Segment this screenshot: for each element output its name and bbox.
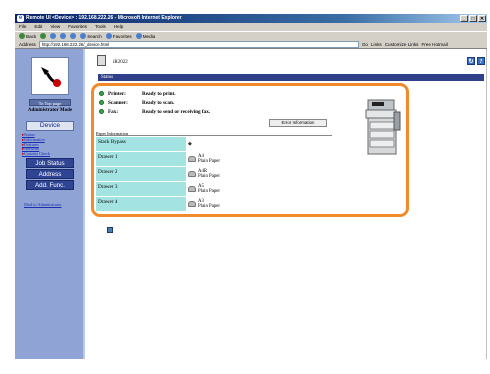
paper-tray-icon [188, 201, 196, 207]
browser-window: e Remote UI <Device> : 192.168.222.26 - … [0, 0, 490, 374]
device-icon [97, 55, 106, 66]
table-row: Drawer 1 A4 Plain Paper [96, 152, 332, 167]
table-row: Drawer 4 A3 Plain Paper [96, 197, 332, 212]
remote-ui-logo[interactable] [31, 57, 69, 95]
menu-tools[interactable]: Tools [95, 23, 106, 31]
refresh-page-icon[interactable]: ↻ [467, 57, 475, 65]
media-icon [135, 33, 142, 39]
back-arrow-icon [19, 33, 25, 39]
status-row-scanner: Scanner: Ready to scan. [99, 99, 174, 106]
favorites-button[interactable]: Favorites [105, 33, 132, 39]
maximize-button[interactable]: □ [469, 15, 477, 22]
search-button[interactable]: Search [80, 33, 102, 39]
paper-tray-icon [188, 186, 196, 192]
sidebar-item-counter-check[interactable]: Counter Check [22, 151, 82, 157]
menu-favorites[interactable]: Favorites [68, 23, 87, 31]
status-ok-icon [99, 100, 104, 105]
window-title: Remote UI <Device> : 192.168.222.26 - Mi… [26, 15, 182, 21]
bypass-arrow-icon: ◆ [188, 141, 192, 147]
menu-help[interactable]: Help [114, 23, 123, 31]
menu-view[interactable]: View [50, 23, 60, 31]
home-button[interactable] [70, 33, 77, 39]
stop-button[interactable] [50, 33, 57, 39]
status-ok-icon [99, 109, 104, 114]
forward-arrow-icon [40, 33, 47, 39]
search-icon [80, 33, 87, 39]
address-input[interactable]: http://192.168.222.26/_device.html [38, 40, 359, 48]
menu-bar: File Edit View Favorites Tools Help [15, 23, 487, 31]
address-label: Address [19, 41, 36, 47]
top-page-button[interactable]: To Top page [29, 99, 71, 106]
device-button[interactable]: Device [26, 121, 74, 131]
table-row: Drawer 3 A5 Plain Paper [96, 182, 332, 197]
device-name: iR2022 [113, 60, 128, 65]
add-func-button[interactable]: Add. Func. [26, 180, 74, 190]
paper-info-header: Paper Information [96, 131, 332, 136]
sidebar: To Top page Administrator Mode Device St… [15, 49, 85, 359]
status-row-fax: Fax: Ready to send or receiving fax. [99, 108, 210, 115]
status-ok-icon [99, 91, 104, 96]
main-panel: iR2022 ↻ ? Status Printer: Ready to prin… [87, 49, 487, 359]
paper-tray-icon [188, 171, 196, 177]
free-hotmail-link[interactable]: Free Hotmail [421, 42, 447, 47]
help-icon[interactable]: ? [477, 57, 485, 65]
browser-toolbar: Back Search Favorites Media [15, 31, 487, 40]
back-button[interactable]: Back [19, 33, 36, 39]
window-titlebar: e Remote UI <Device> : 192.168.222.26 - … [15, 14, 487, 23]
links-label[interactable]: Links [371, 42, 382, 47]
mode-label: Administrator Mode [27, 108, 73, 113]
printer-image [365, 99, 401, 155]
job-status-button[interactable]: Job Status [26, 158, 74, 168]
close-button[interactable]: ✕ [478, 15, 486, 22]
device-submenu: Status Information Features Network Coun… [22, 132, 82, 157]
home-icon [70, 33, 77, 39]
refresh-button[interactable] [60, 33, 67, 39]
error-information-button[interactable]: Error Information [269, 119, 327, 127]
address-bar: Address http://192.168.222.26/_device.ht… [15, 40, 487, 49]
customize-links-link[interactable]: Customize Links [385, 42, 419, 47]
remote-ui-logo-icon [41, 67, 61, 87]
minimize-button[interactable]: _ [460, 15, 468, 22]
table-row: Drawer 2 A4R Plain Paper [96, 167, 332, 182]
favorites-icon [105, 33, 112, 39]
page-icon [107, 227, 113, 233]
go-button[interactable]: Go [362, 42, 368, 47]
stop-icon [50, 33, 57, 39]
media-button[interactable]: Media [135, 33, 155, 39]
page-content: To Top page Administrator Mode Device St… [15, 49, 487, 359]
section-title: Status [98, 74, 484, 81]
status-row-printer: Printer: Ready to print. [99, 90, 176, 97]
menu-edit[interactable]: Edit [34, 23, 42, 31]
paper-tray-icon [188, 156, 196, 162]
refresh-icon [60, 33, 67, 39]
ie-icon: e [17, 15, 24, 22]
forward-button[interactable] [40, 33, 47, 39]
mail-to-admin-link[interactable]: Mail to Administrator [24, 202, 80, 207]
menu-file[interactable]: File [19, 23, 26, 31]
address-button[interactable]: Address [26, 169, 74, 179]
table-row: Stack Bypass ◆ [96, 137, 332, 152]
